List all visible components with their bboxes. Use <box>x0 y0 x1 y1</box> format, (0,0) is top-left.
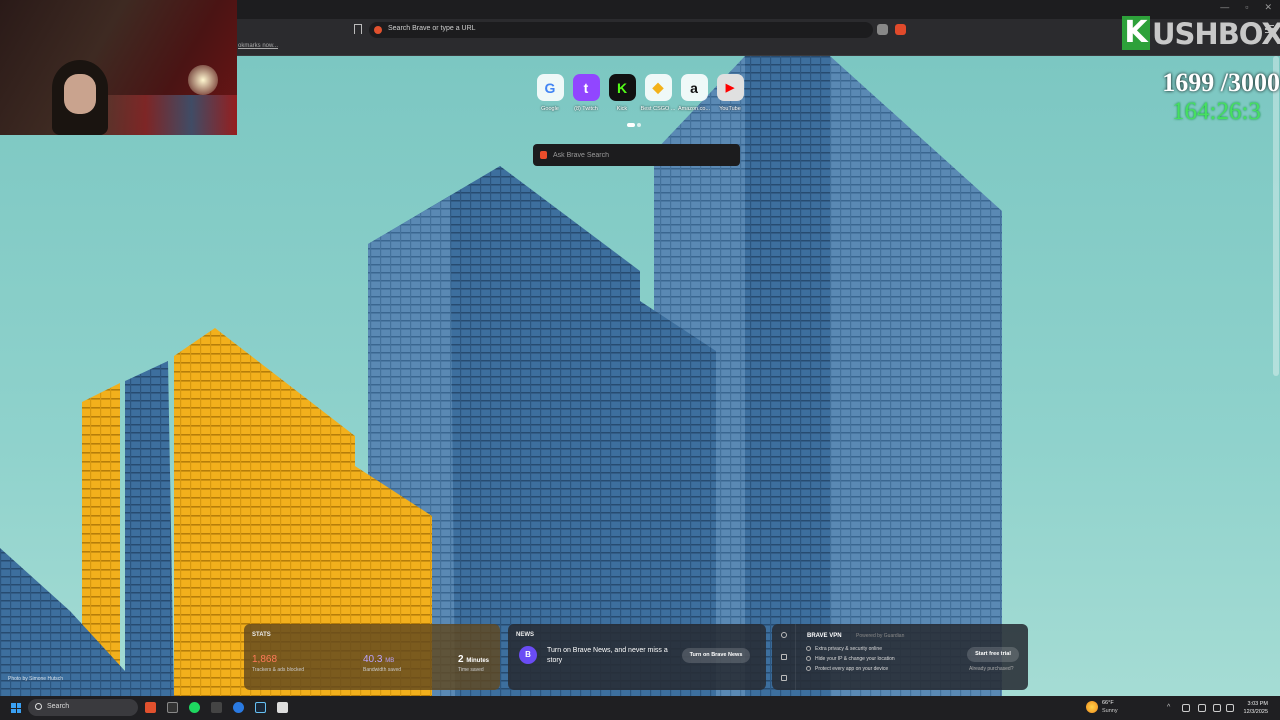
page-scrollbar[interactable] <box>1273 56 1279 376</box>
top-site-label: Kick <box>616 106 628 112</box>
time-saved-value: 2 Minutes <box>458 654 489 665</box>
taskbar-clock[interactable]: 3:03 PM 12/3/2025 <box>1244 700 1268 716</box>
start-free-trial-button[interactable]: Start free trial <box>967 647 1019 662</box>
clock-time: 3:03 PM <box>1247 701 1268 707</box>
bandwidth-value: 40.3 MB <box>363 654 394 665</box>
top-site-amazon[interactable]: a Amazon.co... <box>676 74 712 112</box>
bandwidth-unit: MB <box>385 658 395 664</box>
webcam-lamp <box>188 65 218 95</box>
shields-icon[interactable] <box>877 24 888 35</box>
close-icon[interactable]: ✕ <box>1264 2 1272 13</box>
taskbar-search-label: Search <box>47 703 70 710</box>
bookmarks-import-link[interactable]: okmarks now... <box>238 43 278 49</box>
spotify-app-icon[interactable] <box>189 702 200 713</box>
widget-side-nav <box>772 624 796 690</box>
minimize-icon[interactable]: — <box>1220 2 1229 13</box>
weather-temperature: 66°F <box>1102 700 1114 706</box>
top-site-label: YouTube <box>719 106 741 112</box>
photo-credit[interactable]: Photo by Simone Hutsch <box>8 676 63 682</box>
brave-app-icon[interactable] <box>145 702 156 713</box>
trackers-blocked-label: Trackers & ads blocked <box>252 667 305 673</box>
news-widget: NEWS B Turn on Brave News, and never mis… <box>508 624 766 690</box>
rewards-icon[interactable] <box>895 24 906 35</box>
kushbox-logo-icon: K <box>1122 16 1150 50</box>
bandwidth-label: Bandwidth saved <box>363 667 402 673</box>
top-sites: G Google t (8) Twitch K Kick ◆ Best CSGO… <box>532 74 748 112</box>
windows-start-icon[interactable] <box>11 703 21 713</box>
kick-icon: K <box>608 74 636 101</box>
twitch-icon: t <box>572 74 600 101</box>
webcam-background <box>100 95 237 135</box>
top-site-google[interactable]: G Google <box>532 74 568 112</box>
top-site-label: Best CSGO ... <box>640 106 676 112</box>
goal-counter: 1699 /3000 <box>1162 68 1280 97</box>
tray-chevron-icon[interactable]: ^ <box>1167 704 1175 712</box>
weather-condition: Sunny <box>1102 708 1118 714</box>
news-promo-text: Turn on Brave News, and never miss a sto… <box>547 647 668 664</box>
time-saved-label: Time saved <box>458 667 484 673</box>
brave-search-box[interactable] <box>533 144 740 166</box>
stream-timer: 164:26:3 <box>1172 98 1261 125</box>
brave-shield-icon[interactable] <box>374 26 382 34</box>
google-icon: G <box>536 74 564 101</box>
vpn-location-icon[interactable] <box>781 632 787 638</box>
vpn-widget: BRAVE VPN Powered by Guardian Extra priv… <box>772 624 1028 690</box>
sunny-weather-icon <box>1086 701 1098 713</box>
webcam-overlay <box>0 0 237 135</box>
bandwidth-number: 40.3 <box>363 654 383 665</box>
notepad-app-icon[interactable] <box>277 702 288 713</box>
vpn-feature: Protect every app on your device <box>806 666 888 672</box>
news-title: NEWS <box>516 632 534 638</box>
top-site-kick[interactable]: K Kick <box>604 74 640 112</box>
terminal-app-icon[interactable] <box>167 702 178 713</box>
top-site-youtube[interactable]: ▶ YouTube <box>712 74 748 112</box>
vpn-powered-by: Powered by Guardian <box>856 633 905 639</box>
brave-news-icon: B <box>519 646 537 664</box>
window-controls: — ▫ ✕ <box>1220 2 1272 13</box>
vpn-feature: Hide your IP & change your location <box>806 656 895 662</box>
time-number: 2 <box>458 654 464 665</box>
top-site-label: Amazon.co... <box>677 106 711 112</box>
time-unit: Minutes <box>466 658 490 664</box>
webcam-face <box>64 74 96 114</box>
stats-nav-icon[interactable] <box>781 675 787 681</box>
pager-dot-active[interactable] <box>627 123 635 127</box>
address-bar-placeholder: Search Brave or type a URL <box>388 25 476 32</box>
top-site-label: Google <box>541 106 559 112</box>
address-bar[interactable]: Search Brave or type a URL <box>369 22 873 38</box>
xbox-app-icon[interactable] <box>211 702 222 713</box>
tray-network-icon[interactable] <box>1213 704 1221 712</box>
kushbox-logo-text: USHBOX <box>1152 17 1280 51</box>
trackers-blocked-value: 1,868 <box>252 654 278 665</box>
news-nav-icon[interactable] <box>781 654 787 660</box>
turn-on-brave-news-button[interactable]: Turn on Brave News <box>682 648 750 663</box>
tray-mic-icon[interactable] <box>1198 704 1206 712</box>
brave-search-input[interactable] <box>553 149 733 161</box>
clock-date: 12/3/2025 <box>1243 709 1268 715</box>
vpn-title: BRAVE VPN <box>807 633 842 639</box>
brave-lion-icon <box>540 151 547 159</box>
top-site-csgo[interactable]: ◆ Best CSGO ... <box>640 74 676 112</box>
maximize-icon[interactable]: ▫ <box>1245 2 1248 13</box>
youtube-icon: ▶ <box>716 74 744 101</box>
vpn-feature: Extra privacy & security online <box>806 646 882 652</box>
taskbar-search[interactable]: Search <box>28 699 138 716</box>
top-sites-pager <box>627 123 641 127</box>
csgo-site-icon: ◆ <box>644 74 672 101</box>
tray-volume-icon[interactable] <box>1226 704 1234 712</box>
bookmark-icon[interactable] <box>354 24 362 34</box>
steam-app-icon[interactable] <box>255 702 266 713</box>
stats-title: STATS <box>252 632 271 638</box>
amazon-icon: a <box>680 74 708 101</box>
already-purchased-link[interactable]: Already purchased? <box>969 666 1013 672</box>
top-site-twitch[interactable]: t (8) Twitch <box>568 74 604 112</box>
stats-widget: STATS 1,868 Trackers & ads blocked 40.3 … <box>244 624 500 690</box>
tray-app-icon[interactable] <box>1182 704 1190 712</box>
pager-dot[interactable] <box>637 123 641 127</box>
browser-app-icon[interactable] <box>233 702 244 713</box>
search-icon <box>35 703 42 710</box>
top-site-label: (8) Twitch <box>574 106 598 112</box>
